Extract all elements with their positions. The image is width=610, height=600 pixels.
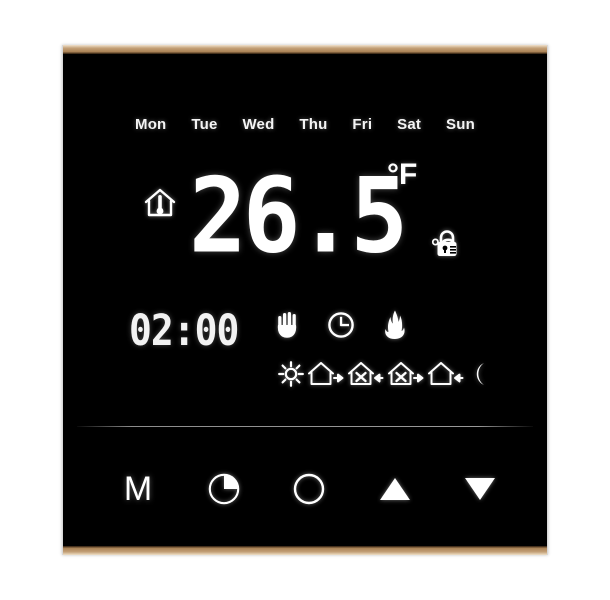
house-away-return-icon [347,360,385,388]
mode-button-label: M [123,470,153,508]
house-return-icon [427,360,465,388]
weekday-sun: Sun [446,116,475,133]
mode-indicator-row [275,310,409,340]
temperature-display: 26.5 °F °C [143,155,473,279]
weekday-sat: Sat [397,116,422,133]
weekday-thu: Thu [299,116,328,133]
house-thermometer-icon [143,186,177,218]
mode-button[interactable]: M [107,458,169,520]
power-button[interactable] [278,458,340,520]
decrease-button[interactable] [449,458,511,520]
house-away-leave-icon [387,360,425,388]
triangle-down-icon [463,475,497,503]
weekday-tue: Tue [191,116,218,133]
schedule-period-row [277,360,491,388]
triangle-up-icon [378,475,412,503]
weekday-mon: Mon [135,116,167,133]
temperature-value: 26.5 [189,155,408,277]
clock-icon [327,311,355,339]
increase-button[interactable] [364,458,426,520]
weekday-wed: Wed [242,116,275,133]
bezel-top-strip [63,45,547,54]
screen-divider [77,426,533,427]
hand-icon [275,311,301,339]
bezel-bottom-strip [63,546,547,555]
clock-time: 02:00 [129,305,239,355]
touch-button-row: M [107,454,511,524]
lock-icon [434,229,460,259]
weekday-fri: Fri [352,116,373,133]
weekday-row: Mon Tue Wed Thu Fri Sat Sun [135,116,475,133]
moon-icon [467,360,491,388]
lcd-screen: Mon Tue Wed Thu Fri Sat Sun 26.5 °F °C [63,54,547,546]
thermostat-device: Mon Tue Wed Thu Fri Sat Sun 26.5 °F °C [62,45,548,555]
flame-icon [381,310,409,340]
house-leave-icon [307,360,345,388]
timer-button[interactable] [193,458,255,520]
sun-icon [277,360,305,388]
clock-quarter-icon [207,472,241,506]
power-circle-icon [292,472,326,506]
unit-fahrenheit: °F [387,158,418,191]
